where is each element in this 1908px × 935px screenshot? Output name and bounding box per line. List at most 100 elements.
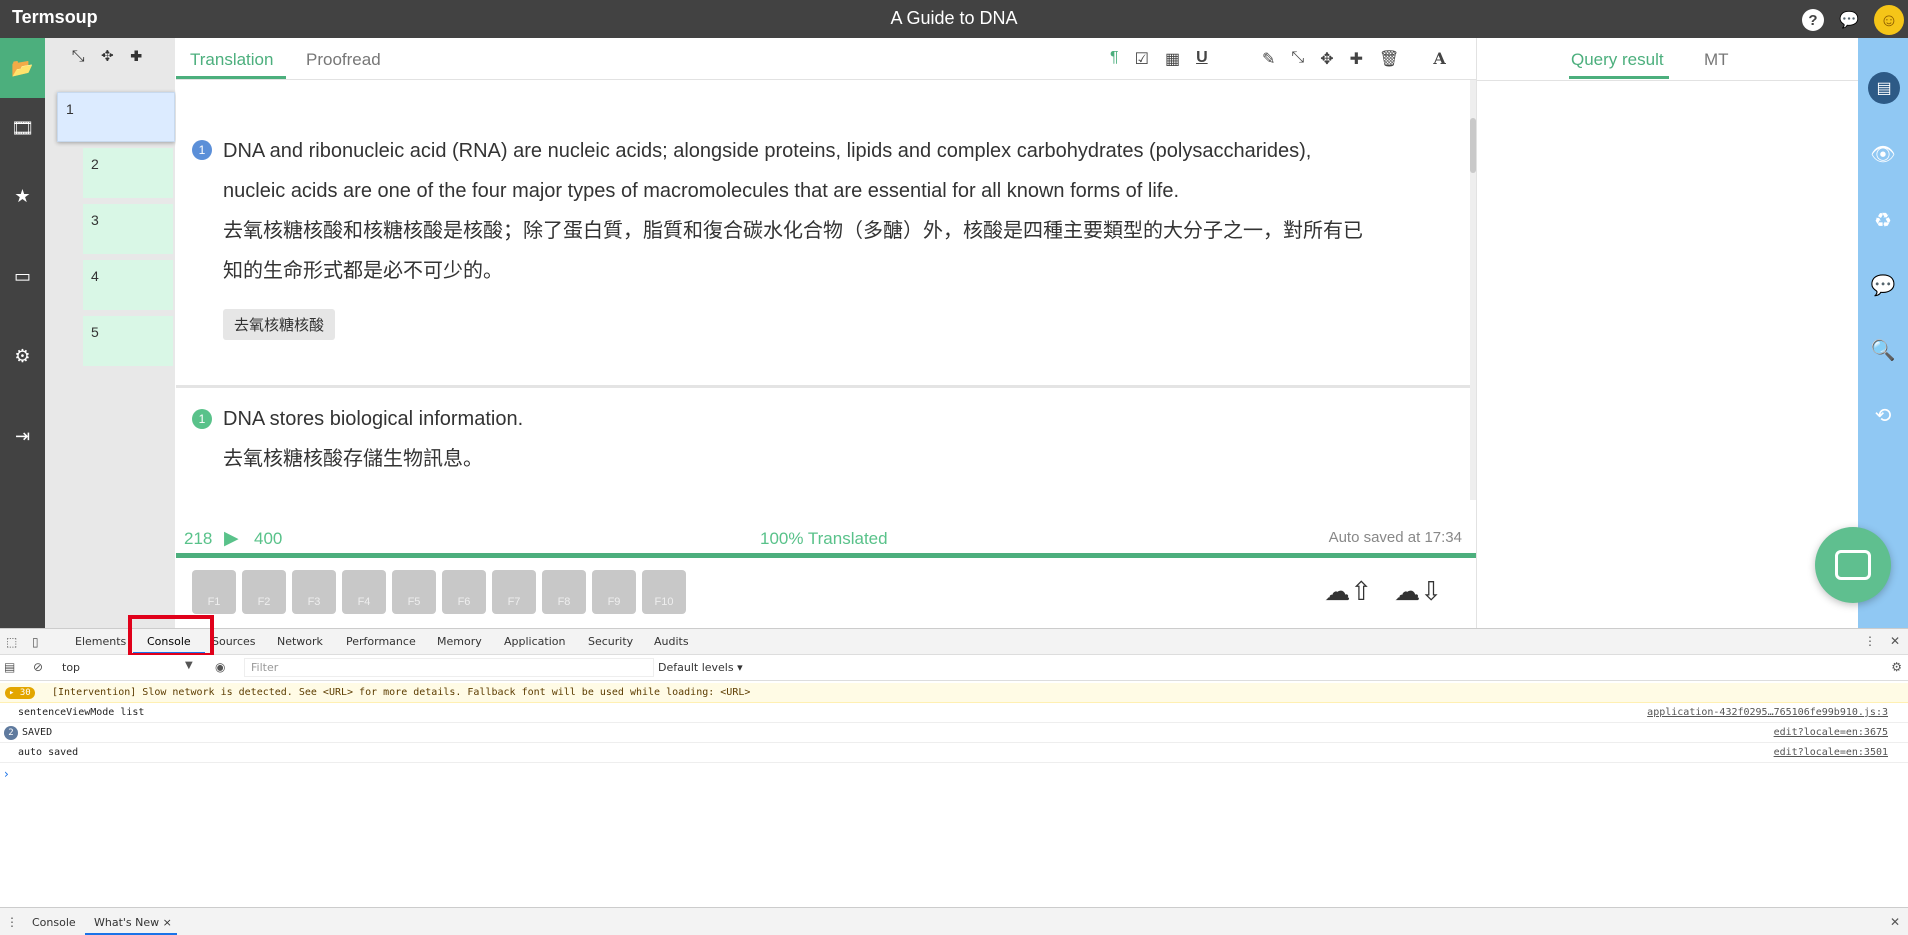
fkey-button[interactable]: F3 <box>292 570 336 614</box>
segment-toolbar: ✎ ⤡ ✥ ✚ 🗑 A <box>1262 49 1446 69</box>
fkey-button[interactable]: F5 <box>392 570 436 614</box>
play-icon[interactable]: ▶ <box>224 527 239 550</box>
history-icon[interactable]: ⟲ <box>1858 395 1908 435</box>
fkey-button[interactable]: F10 <box>642 570 686 614</box>
devtools-tab-network[interactable]: Network <box>277 635 323 648</box>
fkey-button[interactable]: F8 <box>542 570 586 614</box>
segment-item-4[interactable]: 4 <box>83 260 173 310</box>
console-log-row[interactable]: 2 SAVED edit?locale=en:3675 <box>0 723 1908 743</box>
target-text[interactable]: 去氧核糖核酸存儲生物訊息。 <box>223 439 1363 479</box>
source-text: DNA stores biological information. <box>223 408 524 430</box>
user-avatar-icon[interactable]: ☺ <box>1874 5 1904 35</box>
sidebar-toggle-icon[interactable]: ▤ <box>4 660 15 674</box>
left-rail: 📂 🎞 ★ ▭ ⚙ ⇥ <box>0 38 45 628</box>
fkey-button[interactable]: F6 <box>442 570 486 614</box>
close-icon[interactable]: ✕ <box>1890 634 1900 648</box>
segment-item-1[interactable]: 1 <box>57 92 175 142</box>
log-source-link[interactable]: edit?locale=en:3675 <box>1774 723 1888 742</box>
gear-icon[interactable]: ⚙ <box>1891 660 1902 674</box>
devtools-tab-performance[interactable]: Performance <box>346 635 416 648</box>
fkey-button[interactable]: F9 <box>592 570 636 614</box>
eye-icon[interactable]: ◉ <box>215 660 225 674</box>
log-source-link[interactable]: edit?locale=en:3501 <box>1774 743 1888 762</box>
termsoup-app: Termsoup A Guide to DNA ? 💬 ☺ 📂 🎞 ★ ▭ ⚙ … <box>0 0 1908 628</box>
warning-count-badge: ▸ 30 <box>5 687 35 699</box>
comment-icon[interactable]: 💬 <box>1858 265 1908 305</box>
search-icon[interactable]: 🔍 <box>1858 330 1908 370</box>
trash-icon[interactable]: 🗑 <box>1379 49 1399 69</box>
checkbox-icon[interactable]: ☑ <box>1135 49 1149 69</box>
more-options-icon[interactable]: ⋮ <box>1864 634 1876 648</box>
chat-icon[interactable]: 💬 <box>1838 9 1860 31</box>
sign-out-icon[interactable]: ⇥ <box>0 396 45 476</box>
close-drawer-icon[interactable]: ✕ <box>1890 915 1900 929</box>
segment-item-2[interactable]: 2 <box>83 148 173 198</box>
sentence-block-1[interactable]: 1 DNA and ribonucleic acid (RNA) are nuc… <box>176 83 1470 388</box>
inspect-icon[interactable]: ⬚ <box>6 635 17 649</box>
done-count: 218 <box>184 529 213 548</box>
sentence-block-2[interactable]: 1 DNA stores biological information. 去氧核… <box>176 393 1470 513</box>
eye-icon[interactable]: 👁 <box>1858 134 1908 174</box>
drawer-tab-console[interactable]: Console <box>32 916 76 929</box>
cloud-upload-icon[interactable]: ☁⇧ <box>1324 576 1372 607</box>
console-log-row[interactable]: ▸ 30 [Intervention] Slow network is dete… <box>0 683 1908 703</box>
target-text[interactable]: 去氧核糖核酸和核糖核酸是核酸；除了蛋白質，脂質和復合碳水化合物（多醣）外，核酸是… <box>223 211 1363 291</box>
log-text: SAVED <box>22 727 53 738</box>
log-text: [Intervention] Slow network is detected.… <box>52 687 751 698</box>
clear-console-icon[interactable]: ⊘ <box>33 660 43 674</box>
devtools-tabs: ⬚ ▯ Elements Console Sources Network Per… <box>0 615 1908 657</box>
log-source-link[interactable]: application-432f0295…765106fe99b910.js:3 <box>1647 703 1888 722</box>
log-text: auto saved <box>18 747 79 758</box>
recycle-icon[interactable]: ♻ <box>1858 200 1908 240</box>
console-log-row[interactable]: auto saved edit?locale=en:3501 <box>0 743 1908 763</box>
add-icon[interactable]: ✚ <box>1350 49 1363 69</box>
segment-item-5[interactable]: 5 <box>83 316 173 366</box>
fkey-button[interactable]: F4 <box>342 570 386 614</box>
paragraph-icon[interactable]: ¶ <box>1110 49 1119 69</box>
highlight-box <box>128 615 214 657</box>
console-prompt[interactable]: › <box>4 767 9 781</box>
store-icon[interactable]: ▭ <box>0 236 45 316</box>
pencil-icon[interactable]: ✎ <box>1262 49 1275 69</box>
document-icon[interactable]: ▤ <box>1868 72 1900 104</box>
grid-icon[interactable]: ▦ <box>1165 49 1180 69</box>
cloud-download-icon[interactable]: ☁⇩ <box>1394 576 1442 607</box>
underline-icon[interactable]: U <box>1196 49 1208 69</box>
console-log-row[interactable]: sentenceViewMode list application-432f02… <box>0 703 1908 723</box>
move-icon[interactable]: ✥ <box>1320 49 1333 69</box>
devtools-tab-security[interactable]: Security <box>588 635 633 648</box>
devtools-tab-sources[interactable]: Sources <box>212 635 256 648</box>
total-count: 400 <box>254 529 283 548</box>
help-icon[interactable]: ? <box>1802 9 1824 31</box>
font-icon[interactable]: A <box>1433 49 1445 69</box>
tab-mt[interactable]: MT <box>1704 50 1729 70</box>
star-icon[interactable]: ★ <box>0 156 45 236</box>
console-filter-input[interactable]: Filter <box>244 658 654 677</box>
merge-icon[interactable]: ⤡ <box>1291 49 1304 69</box>
sentence-badge: 1 <box>192 409 212 429</box>
segment-tools[interactable]: ⤡ ✥ ✚ <box>45 48 175 66</box>
fkey-button[interactable]: F2 <box>242 570 286 614</box>
devtools-tab-memory[interactable]: Memory <box>437 635 482 648</box>
status-bar: 218 ▶ 400 100% Translated Auto saved at … <box>176 523 1476 553</box>
fkey-button[interactable]: F7 <box>492 570 536 614</box>
device-toggle-icon[interactable]: ▯ <box>32 635 39 649</box>
chevron-down-icon[interactable]: ▼ <box>185 660 193 671</box>
support-chat-button[interactable] <box>1815 527 1891 603</box>
tab-query-result[interactable]: Query result <box>1571 50 1664 70</box>
gear-icon[interactable]: ⚙ <box>0 316 45 396</box>
editor-panel: Translation Proofread ¶ ☑ ▦ U ✎ ⤡ ✥ ✚ 🗑 … <box>176 38 1476 628</box>
term-chip[interactable]: 去氧核糖核酸 <box>223 309 336 340</box>
log-levels-select[interactable]: Default levels ▾ <box>658 661 743 674</box>
devtools-tab-elements[interactable]: Elements <box>75 635 126 648</box>
drawer-menu-icon[interactable]: ⋮ <box>6 915 18 929</box>
source-text: DNA and ribonucleic acid (RNA) are nucle… <box>223 140 1312 202</box>
fkey-button[interactable]: F1 <box>192 570 236 614</box>
context-selector[interactable]: top <box>62 661 80 674</box>
drawer-tab-whats-new[interactable]: What's New × <box>94 916 172 929</box>
devtools-tab-audits[interactable]: Audits <box>654 635 689 648</box>
devtools-tab-application[interactable]: Application <box>504 635 565 648</box>
tab-translation[interactable]: Translation <box>190 50 273 70</box>
tab-proofread[interactable]: Proofread <box>306 50 381 70</box>
segment-item-3[interactable]: 3 <box>83 204 173 254</box>
